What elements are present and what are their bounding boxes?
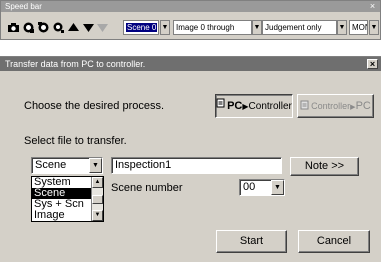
process-label: Choose the desired process.	[24, 100, 165, 112]
controller-to-pc-button[interactable]: Controller▶PC	[297, 94, 374, 118]
image-select[interactable]: Image 0 through	[173, 20, 252, 35]
file-type-list[interactable]: System Scene Sys + Scn Image ▲ ▼	[31, 176, 104, 222]
pc-to-controller-icon	[216, 95, 226, 117]
arrow-down-icon[interactable]	[82, 21, 95, 34]
start-button[interactable]: Start	[216, 230, 287, 253]
monitor-select[interactable]: MON	[349, 20, 368, 35]
scene-group-icon[interactable]	[37, 21, 50, 34]
scene-number-dropdown-icon[interactable]: ▼	[271, 180, 284, 195]
scene-number-value: 00	[243, 181, 256, 193]
scene-select-value: Scene 0	[126, 23, 158, 32]
pc-to-controller-button[interactable]: PC▶Controller	[215, 94, 293, 118]
pc-to-controller-left-label: PC	[227, 100, 243, 112]
monitor-select-value: MON	[352, 23, 367, 32]
controller-to-pc-left-label: Controller	[311, 101, 351, 111]
speed-bar-close-button[interactable]: ×	[368, 2, 377, 11]
speed-bar-toolbar: Scene 0 ▼ Image 0 through ▼ Judgement on…	[3, 17, 380, 37]
judgement-select[interactable]: Judgement only	[262, 20, 337, 35]
list-item-image[interactable]: Image	[32, 210, 91, 221]
file-type-value: Scene	[35, 159, 67, 171]
controller-to-pc-right-label: PC	[355, 100, 371, 112]
arrow-up-icon[interactable]	[67, 21, 80, 34]
image-select-value: Image 0 through	[176, 23, 235, 32]
camera-icon[interactable]	[7, 21, 20, 34]
arrow-down-disabled-icon	[96, 21, 109, 34]
scroll-thumb[interactable]	[92, 195, 103, 204]
scene-number-label: Scene number	[111, 182, 183, 194]
list-scrollbar[interactable]: ▲ ▼	[91, 177, 103, 221]
file-name-value: Inspection1	[115, 159, 172, 171]
dialog-title: Transfer data from PC to controller.	[0, 57, 381, 71]
pc-to-controller-right-label: Controller	[248, 101, 292, 112]
scroll-down-icon[interactable]: ▼	[92, 210, 103, 221]
transfer-dialog: Transfer data from PC to controller. × C…	[0, 56, 381, 262]
scene-select-dropdown-icon[interactable]: ▼	[160, 20, 170, 35]
scroll-up-icon[interactable]: ▲	[92, 177, 103, 188]
file-name-input[interactable]: Inspection1	[111, 157, 282, 174]
note-button[interactable]: Note >>	[290, 157, 359, 176]
scene-select[interactable]: Scene 0	[123, 20, 159, 35]
file-type-dropdown-icon[interactable]: ▼	[89, 158, 102, 173]
image-select-dropdown-icon[interactable]: ▼	[252, 20, 262, 35]
speed-bar-title: Speed bar	[1, 1, 380, 12]
scene-tool-icon[interactable]	[22, 21, 35, 34]
monitor-select-dropdown-icon[interactable]: ▼	[369, 20, 379, 35]
controller-to-pc-icon	[300, 96, 310, 118]
judgement-select-value: Judgement only	[265, 23, 322, 32]
speed-bar: Speed bar × Scene 0 ▼ Image 0 through ▼ …	[0, 0, 381, 40]
file-select-label: Select file to transfer.	[24, 135, 127, 147]
measure-icon[interactable]	[52, 21, 65, 34]
judgement-select-dropdown-icon[interactable]: ▼	[337, 20, 347, 35]
cancel-button[interactable]: Cancel	[298, 230, 370, 253]
dialog-close-button[interactable]: ×	[367, 59, 378, 69]
